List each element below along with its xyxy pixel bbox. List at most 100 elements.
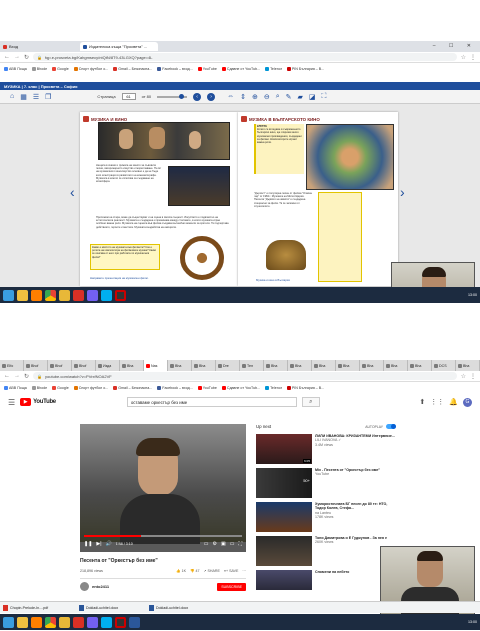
browser-tab[interactable]: Elfo bbox=[0, 360, 24, 371]
viber-icon[interactable] bbox=[87, 289, 98, 301]
bookmark-page-icon[interactable]: ❐ bbox=[45, 93, 51, 101]
browser-tab[interactable]: Nas bbox=[144, 360, 168, 371]
browser-tab[interactable]: Bha bbox=[360, 360, 384, 371]
slider-thumb[interactable] bbox=[179, 93, 185, 99]
pen-icon[interactable]: ✎ bbox=[286, 93, 292, 101]
grid-icon[interactable]: ▦ bbox=[20, 93, 27, 101]
browser-tab[interactable]: Bha bbox=[192, 360, 216, 371]
channel-name[interactable]: ento2411 bbox=[92, 584, 109, 589]
cc-icon[interactable]: ▭ bbox=[204, 541, 209, 547]
folder-icon[interactable] bbox=[59, 616, 70, 628]
menu-icon[interactable]: ⋮ bbox=[470, 373, 476, 380]
bookmark-item[interactable]: YouTube bbox=[197, 66, 217, 71]
bookmark-item[interactable]: Google bbox=[52, 385, 69, 390]
reload-icon[interactable]: ↻ bbox=[24, 54, 29, 61]
skype-icon[interactable] bbox=[101, 289, 112, 301]
bookmark-item[interactable]: Facebook – вход... bbox=[157, 66, 193, 71]
media-icon[interactable] bbox=[31, 289, 42, 301]
subscribe-button[interactable]: SUBSCRIBE bbox=[217, 582, 246, 591]
browser-tab[interactable]: Bha bbox=[312, 360, 336, 371]
browser-tab[interactable]: Bhof bbox=[24, 360, 48, 371]
list-item[interactable]: Тони Димитрова и Е Гуджунов - За нея е 26… bbox=[256, 536, 396, 570]
avatar[interactable]: G bbox=[463, 397, 472, 407]
bookmark-item[interactable]: Bhode bbox=[31, 385, 47, 390]
bookmark-item[interactable]: Facebook – вход... bbox=[157, 385, 193, 390]
video-player[interactable]: ❚❚ ▶| 🔊 1:48 / 3:10 ▭ ⚙ ▣ ▭ ⛶ bbox=[80, 424, 246, 552]
list-item[interactable]: Хумористичната БГ песен до 80 те: НТО, Т… bbox=[256, 502, 396, 536]
toc-icon[interactable]: ☰ bbox=[33, 93, 39, 101]
bookmark-item[interactable]: PIN България – В... bbox=[286, 66, 324, 71]
bookmark-item[interactable]: Telenor bbox=[265, 66, 282, 71]
bookmark-item[interactable]: Bhode bbox=[31, 66, 47, 71]
bookmark-item[interactable]: ABB Поща bbox=[4, 66, 27, 71]
zoom-slider[interactable] bbox=[157, 93, 188, 99]
browser-tab[interactable]: Bhof bbox=[72, 360, 96, 371]
zoom-out-icon[interactable]: ⊖ bbox=[264, 93, 270, 101]
browser-tab[interactable]: Изда bbox=[96, 360, 120, 371]
bookmark-item[interactable]: Gmail – Безопасна... bbox=[113, 66, 152, 71]
browser-tab[interactable]: Bha bbox=[168, 360, 192, 371]
browser-tab[interactable]: Bha bbox=[384, 360, 408, 371]
bookmark-item[interactable]: YouTube bbox=[197, 385, 217, 390]
theater-icon[interactable]: ▭ bbox=[230, 541, 235, 547]
search-button[interactable]: ⌕ bbox=[301, 397, 320, 407]
star-icon[interactable]: ☆ bbox=[461, 373, 466, 380]
progress-bar[interactable] bbox=[84, 535, 242, 537]
forward-icon[interactable]: → bbox=[14, 54, 20, 60]
record-icon[interactable] bbox=[115, 289, 126, 301]
url-field[interactable]: 🔒 fqp.e-prosveta.bg/Kahgmsecy/ntQtN/8T9-… bbox=[33, 53, 457, 61]
word-icon[interactable] bbox=[129, 616, 140, 628]
search-input[interactable]: оставаме оркестър без име bbox=[126, 397, 297, 407]
upload-icon[interactable]: ⬆ bbox=[419, 398, 425, 406]
more-icon[interactable]: ⋯ bbox=[242, 569, 246, 573]
save-button[interactable]: ≡+ SAVE bbox=[224, 569, 239, 573]
bookmark-item[interactable]: Google bbox=[52, 66, 69, 71]
like-button[interactable]: 👍 1K bbox=[176, 569, 186, 573]
miniplayer-icon[interactable]: ▣ bbox=[221, 541, 226, 547]
list-item[interactable]: 50+ Mix - Песента от "Оркестър без име" Y… bbox=[256, 468, 396, 502]
hamburger-icon[interactable]: ☰ bbox=[8, 398, 15, 407]
reload-icon[interactable]: ↻ bbox=[24, 373, 29, 380]
bookmark-item[interactable]: Сдавне от YouTub... bbox=[221, 385, 260, 390]
highlight-icon[interactable]: ▰ bbox=[298, 93, 303, 101]
apps-icon[interactable]: ⋮⋮ bbox=[430, 398, 444, 406]
browser-tab[interactable]: Bha bbox=[264, 360, 288, 371]
browser-tab[interactable]: Dre bbox=[216, 360, 240, 371]
fit-width-icon[interactable]: ⇔ bbox=[227, 93, 234, 100]
list-item[interactable]: Спомени на небето bbox=[256, 570, 396, 592]
url-field[interactable]: 🔒 youtube.com/watch?v=PVrxfNOA2VF bbox=[33, 372, 457, 380]
prev-page-icon[interactable]: ‹ bbox=[193, 92, 202, 101]
folder-icon[interactable] bbox=[59, 289, 70, 301]
browser-tab[interactable]: Bha bbox=[288, 360, 312, 371]
bell-icon[interactable]: 🔔 bbox=[449, 398, 458, 406]
browser-tab[interactable]: Bhof bbox=[48, 360, 72, 371]
tab-prosveta[interactable]: Издателска къща "Просвета" ... bbox=[80, 42, 158, 51]
browser-tab[interactable]: Bha bbox=[120, 360, 144, 371]
back-icon[interactable]: ← bbox=[4, 54, 10, 60]
gmail-icon[interactable] bbox=[73, 289, 84, 301]
browser-tab[interactable]: DCS bbox=[432, 360, 456, 371]
prev-page-arrow[interactable]: ‹ bbox=[70, 184, 75, 200]
bookmark-item[interactable]: ABB Поща bbox=[4, 385, 27, 390]
play-icon[interactable]: ❚❚ bbox=[84, 541, 92, 547]
bookmark-item[interactable]: Сдавне от YouTub... bbox=[221, 66, 260, 71]
browser-tab[interactable]: Bha bbox=[408, 360, 432, 371]
fullscreen-icon[interactable]: ⛶ bbox=[322, 93, 327, 101]
youtube-logo-icon[interactable]: ▶ bbox=[20, 398, 32, 406]
gmail-icon[interactable] bbox=[73, 616, 84, 628]
fullscreen-icon[interactable]: ⛶ bbox=[238, 541, 242, 547]
zoom-in-icon[interactable]: ⊕ bbox=[252, 93, 258, 101]
browser-tab[interactable]: Тел bbox=[240, 360, 264, 371]
next-icon[interactable]: ▶| bbox=[96, 541, 101, 547]
next-page-icon[interactable]: › bbox=[207, 92, 216, 101]
explorer-icon[interactable] bbox=[17, 616, 28, 628]
star-icon[interactable]: ☆ bbox=[461, 54, 466, 61]
menu-icon[interactable]: ⋮ bbox=[470, 54, 476, 61]
download-item[interactable]: Chopin-Prelude-In....pdf bbox=[3, 604, 73, 611]
record-icon[interactable] bbox=[115, 616, 126, 628]
chrome-icon[interactable] bbox=[45, 616, 56, 628]
tab-inbox[interactable]: Вход bbox=[0, 42, 80, 51]
back-icon[interactable]: ← bbox=[4, 373, 10, 379]
share-button[interactable]: ↗ SHARE bbox=[203, 569, 219, 573]
browser-tab[interactable]: Bha bbox=[456, 360, 480, 371]
